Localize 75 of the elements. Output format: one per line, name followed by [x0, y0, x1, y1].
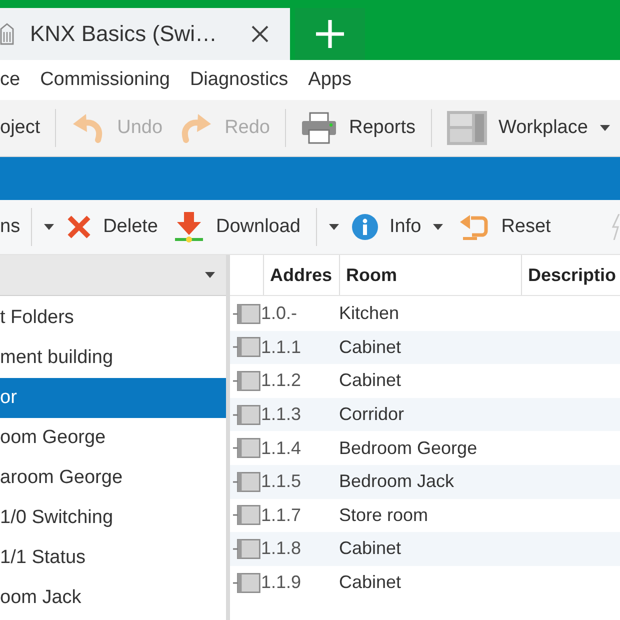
tree-item[interactable]: t Folders — [0, 298, 226, 338]
table-row[interactable]: 1.1.8 Cabinet — [230, 532, 620, 566]
toolbar-button[interactable]: oject — [0, 106, 48, 150]
download-button[interactable]: Download — [166, 205, 308, 249]
table-cell: Kitchen — [339, 303, 400, 324]
document-tab[interactable]: KNX Basics (Swi… — [0, 8, 290, 60]
device-icon — [233, 572, 261, 594]
device-icon — [233, 404, 261, 426]
table-cell: Cabinet — [339, 538, 402, 560]
tree-item[interactable]: oom Jack — [0, 578, 226, 618]
table-row[interactable]: 1.1.1 Cabinet — [230, 330, 620, 364]
table-row[interactable]: 1.1.3 Corridor — [230, 398, 620, 432]
table-cell: Bedroom George — [339, 438, 478, 459]
table-cell: Cabinet — [339, 336, 402, 358]
caret-icon — [44, 224, 54, 230]
menu-item[interactable]: Commissioning — [40, 69, 170, 91]
download-icon — [174, 211, 204, 243]
menu-item[interactable]: ce — [0, 69, 20, 91]
column-header[interactable]: Addres — [264, 255, 340, 295]
device-icon — [233, 504, 261, 526]
delete-button[interactable]: Delete — [59, 205, 166, 249]
table-cell-text: 1.1.9 — [261, 572, 302, 594]
table-row[interactable]: 1.1.9 Cabinet — [230, 566, 620, 600]
reset-icon — [459, 214, 490, 240]
table-cell-text: 1.0.- — [261, 303, 298, 324]
info-icon — [352, 214, 378, 240]
tree-item[interactable]: 1/0 Switching — [0, 498, 226, 538]
tree-item[interactable]: aroom George — [0, 458, 226, 498]
table-cell-text: 1.1.4 — [261, 438, 302, 459]
table-row[interactable]: 1.1.4 Bedroom George — [230, 431, 620, 465]
tree-item[interactable]: ment building — [0, 338, 226, 378]
table-row[interactable]: 1.1.5 Bedroom Jack — [230, 464, 620, 499]
table-cell-text: 1.1.1 — [261, 336, 302, 358]
table-row[interactable]: 1.1.7 Store room — [230, 498, 620, 532]
caret-icon[interactable] — [205, 272, 215, 278]
device-icon — [233, 336, 261, 358]
table-cell: Bedroom Jack — [339, 471, 454, 492]
new-tab-button[interactable] — [295, 8, 365, 60]
device-icon — [233, 370, 261, 392]
table-cell: Corridor — [339, 404, 404, 426]
caret-icon — [433, 224, 444, 230]
close-icon[interactable] — [251, 25, 269, 43]
table-cell: Cabinet — [339, 370, 402, 392]
layout-icon — [446, 111, 487, 145]
reset-button[interactable]: Reset — [451, 205, 559, 249]
menu-item[interactable]: Diagnostics — [190, 69, 288, 91]
tree-item[interactable]: 1/1 Status — [0, 538, 226, 578]
caret-icon — [600, 125, 610, 131]
toolbar-button[interactable]: ns — [0, 205, 24, 249]
menu-item[interactable]: Apps — [308, 69, 352, 91]
table-row[interactable]: 1.1.2 Cabinet — [230, 364, 620, 398]
building-icon — [0, 23, 14, 45]
device-icon — [233, 437, 261, 460]
table-row[interactable]: 1.0.- Kitchen — [230, 297, 620, 331]
workplace-button[interactable]: Workplace — [438, 106, 618, 150]
device-icon — [233, 470, 261, 493]
table-cell-text: 1.1.3 — [261, 404, 302, 426]
printer-icon — [300, 112, 337, 144]
table-cell: Cabinet — [339, 572, 402, 594]
column-header[interactable]: Descriptio — [522, 255, 620, 295]
table-cell-text: 1.1.2 — [261, 370, 302, 392]
table-cell-text: 1.1.7 — [261, 504, 302, 526]
tree-item[interactable]: oom George — [0, 418, 226, 458]
table-cell: Store room — [339, 504, 428, 526]
device-icon — [233, 302, 261, 325]
plus-icon — [316, 20, 344, 48]
table-cell-text: 1.1.5 — [261, 471, 302, 492]
reports-button[interactable]: Reports — [292, 106, 424, 150]
table-cell-text: 1.1.8 — [261, 538, 302, 560]
delete-icon — [67, 215, 92, 239]
column-header[interactable]: Room — [340, 255, 522, 295]
tree-item[interactable]: or — [0, 378, 226, 418]
info-button[interactable]: Info — [344, 205, 452, 249]
device-icon — [233, 538, 261, 560]
caret-icon — [328, 224, 338, 230]
